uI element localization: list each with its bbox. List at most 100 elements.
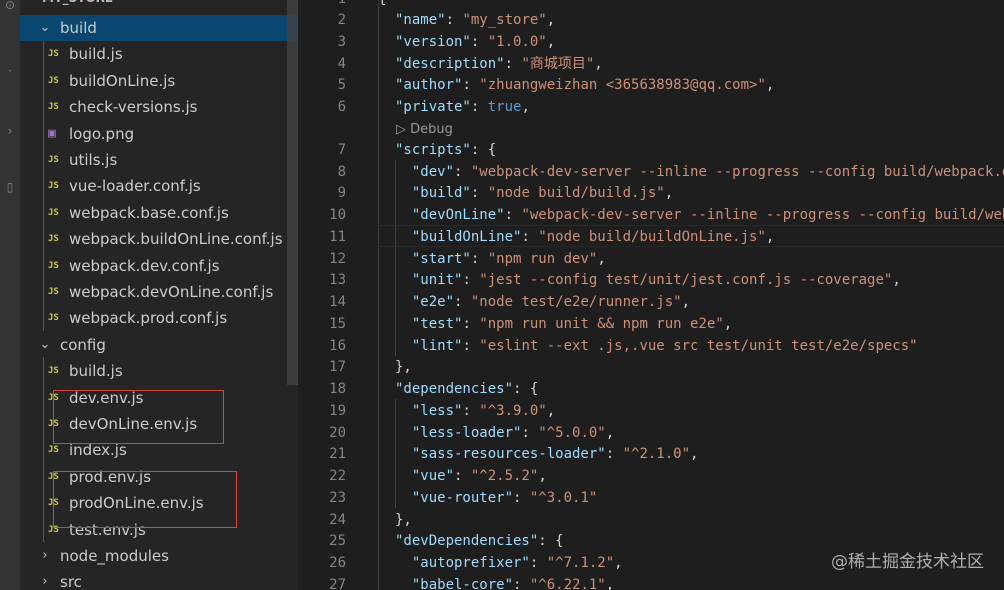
tree-item-label: build.js bbox=[69, 362, 123, 381]
sidebar-scrollbar[interactable] bbox=[287, 0, 298, 385]
code-token: "node build/buildOnLine.js" bbox=[538, 228, 766, 245]
tree-item-label: node_modules bbox=[60, 547, 169, 565]
code-line: }, bbox=[395, 509, 412, 531]
file-item[interactable]: JS utils.js bbox=[20, 147, 298, 173]
file-item[interactable]: JS webpack.dev.conf.js bbox=[20, 253, 298, 279]
file-item[interactable]: ▣ logo.png bbox=[20, 121, 298, 147]
js-file-icon: JS bbox=[48, 155, 59, 165]
line-number: 2 bbox=[337, 12, 346, 28]
code-token: , bbox=[521, 99, 530, 115]
file-item[interactable]: JS webpack.devOnLine.conf.js bbox=[20, 279, 298, 305]
code-line: "dev": "webpack-dev-server --inline --pr… bbox=[395, 161, 1004, 183]
code-token: "build" bbox=[411, 185, 471, 202]
code-token: : bbox=[454, 468, 471, 484]
code-line: "devOnLine": "webpack-dev-server --inlin… bbox=[395, 204, 1004, 226]
debug-codelens[interactable]: ▷ Debug bbox=[396, 120, 453, 140]
code-token: "^5.0.0" bbox=[538, 424, 606, 441]
code-token: "author" bbox=[395, 77, 463, 94]
code-token: : bbox=[462, 77, 480, 94]
code-token: , bbox=[546, 33, 556, 50]
code-token: "less-loader" bbox=[411, 424, 522, 441]
code-line: "build": "node build/build.js", bbox=[395, 182, 673, 204]
js-file-icon: JS bbox=[48, 313, 59, 324]
code-token: , bbox=[765, 228, 775, 245]
code-token: : { bbox=[538, 533, 564, 550]
file-item[interactable]: JS build.js bbox=[20, 358, 298, 384]
tree-item-label: logo.png bbox=[69, 124, 135, 143]
code-line: "sass-resources-loader": "^2.1.0", bbox=[395, 443, 699, 465]
chevron-down-icon: ⌄ bbox=[39, 336, 51, 352]
file-item[interactable]: JS webpack.base.conf.js bbox=[20, 200, 298, 226]
code-token: : bbox=[513, 489, 530, 506]
code-token: : bbox=[462, 402, 480, 419]
code-token: "name" bbox=[395, 12, 446, 28]
code-line: "test": "npm run unit && npm run e2e", bbox=[395, 313, 732, 335]
file-item[interactable]: JS build.js bbox=[20, 41, 298, 67]
highlight-box-prod-env bbox=[53, 471, 237, 528]
code-token: "^7.1.2" bbox=[546, 555, 615, 571]
file-item[interactable]: JS webpack.buildOnLine.conf.js bbox=[20, 226, 298, 252]
tree-item-label: webpack.dev.conf.js bbox=[69, 256, 220, 275]
code-line: "start": "npm run dev", bbox=[395, 248, 606, 270]
tree-item-label: src bbox=[60, 573, 82, 590]
code-token: "webpack-dev-server --inline --progress … bbox=[470, 163, 1004, 180]
code-token: "version" bbox=[395, 33, 471, 50]
explorer-icon[interactable]: ⊙ bbox=[3, 0, 17, 12]
code-token: "^2.5.2" bbox=[470, 468, 539, 484]
code-editor[interactable]: 1 { 2"name": "my_store",3"version": "1.0… bbox=[298, 0, 1004, 590]
code-token: : bbox=[521, 424, 539, 441]
tree-item-label: webpack.prod.conf.js bbox=[69, 309, 228, 328]
file-item[interactable]: JS vue-loader.conf.js bbox=[20, 173, 298, 199]
code-line: "buildOnLine": "node build/buildOnLine.j… bbox=[395, 226, 774, 248]
code-token: "sass-resources-loader" bbox=[411, 446, 606, 463]
code-token: , bbox=[614, 555, 623, 571]
code-token: "lint" bbox=[411, 337, 463, 354]
line-number: 11 bbox=[329, 228, 346, 245]
line-number: 5 bbox=[337, 77, 346, 94]
code-line: "lint": "eslint --ext .js,.vue src test/… bbox=[395, 335, 918, 357]
file-item[interactable]: JS webpack.prod.conf.js bbox=[20, 305, 298, 331]
folder-item[interactable]: › src bbox=[20, 569, 298, 590]
code-token: "zhuangweizhan <365638983@qq.com>" bbox=[479, 77, 766, 94]
line-number: 22 bbox=[329, 468, 346, 484]
code-token: : { bbox=[470, 141, 497, 158]
folder-item[interactable]: ⌄ config bbox=[20, 332, 298, 358]
explorer-root-header[interactable]: MY_STORE bbox=[20, 0, 298, 11]
line-number: 24 bbox=[329, 511, 346, 528]
folder-item[interactable]: › node_modules bbox=[20, 543, 298, 569]
search-icon[interactable]: · bbox=[3, 64, 17, 78]
line-number: 19 bbox=[329, 402, 346, 419]
line-number: 14 bbox=[329, 294, 346, 310]
code-token: : { bbox=[513, 381, 539, 397]
line-number: 7 bbox=[337, 141, 346, 158]
line-number: 17 bbox=[329, 359, 346, 376]
source-control-icon[interactable]: › bbox=[3, 124, 17, 138]
line-number: 10 bbox=[329, 207, 346, 223]
folder-item[interactable]: ⌄ build bbox=[20, 15, 298, 41]
code-token: : bbox=[529, 555, 547, 571]
code-token: "^3.9.0" bbox=[479, 402, 547, 419]
code-line: "scripts": { bbox=[395, 139, 496, 161]
code-token: : bbox=[470, 250, 488, 267]
file-item[interactable]: JS buildOnLine.js bbox=[20, 68, 298, 94]
code-token: , bbox=[664, 185, 674, 202]
code-token: : bbox=[462, 337, 480, 354]
chevron-right-icon: › bbox=[42, 574, 48, 590]
code-line: { bbox=[378, 0, 386, 10]
extensions-icon[interactable]: ▯ bbox=[3, 180, 17, 194]
file-item[interactable]: JS check-versions.js bbox=[20, 94, 298, 120]
line-number: 3 bbox=[337, 33, 346, 50]
line-number: 4 bbox=[337, 55, 346, 72]
line-number: 8 bbox=[337, 163, 346, 180]
indent-guide bbox=[43, 357, 44, 542]
code-token: "buildOnLine" bbox=[411, 228, 522, 245]
chevron-down-icon: ⌄ bbox=[39, 20, 51, 35]
